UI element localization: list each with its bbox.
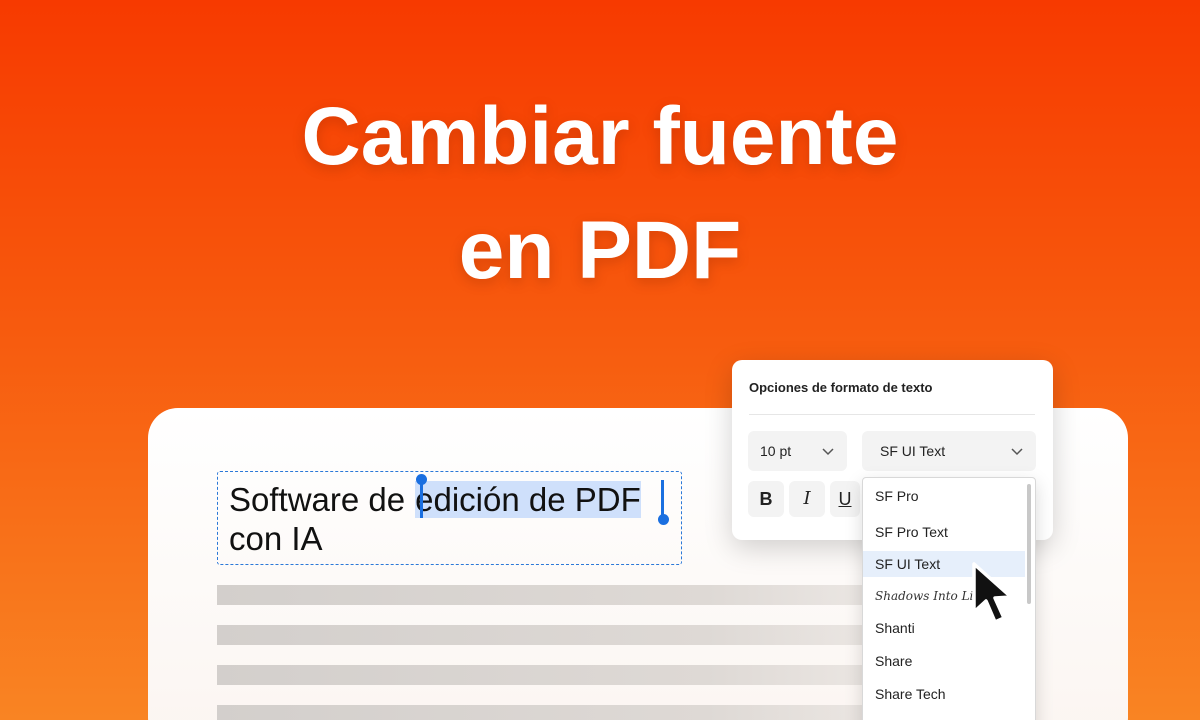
selection-end-caret[interactable] — [661, 480, 664, 518]
font-option-sf-pro-text[interactable]: SF Pro Text — [863, 519, 1025, 545]
placeholder-text-line — [217, 585, 917, 605]
font-option-sf-pro[interactable]: SF Pro — [863, 483, 1025, 509]
italic-button[interactable]: I — [789, 481, 825, 517]
font-size-value: 10 pt — [760, 443, 792, 459]
font-option-share[interactable]: Share — [863, 648, 1025, 674]
cursor-arrow-icon — [968, 560, 1028, 635]
placeholder-text-line — [217, 705, 917, 720]
font-family-select[interactable]: SF UI Text — [862, 431, 1036, 471]
text-line-1[interactable]: Software de edición de PDF — [229, 480, 641, 520]
placeholder-text-line — [217, 665, 917, 685]
panel-title: Opciones de formato de texto — [749, 380, 933, 395]
text-selection[interactable]: edición de PDF — [415, 481, 641, 518]
panel-divider — [749, 414, 1035, 415]
headline-line-1: Cambiar fuente — [301, 91, 899, 182]
page-headline: Cambiar fuente en PDF — [0, 80, 1200, 308]
text-line-2[interactable]: con IA — [229, 519, 323, 559]
chevron-down-icon — [821, 444, 835, 461]
selection-start-caret[interactable] — [420, 480, 423, 518]
underline-button[interactable]: U — [830, 481, 860, 517]
selection-start-handle[interactable] — [416, 474, 427, 485]
bold-button[interactable]: B — [748, 481, 784, 517]
font-family-value: SF UI Text — [880, 443, 946, 459]
font-option-share-tech[interactable]: Share Tech — [863, 681, 1025, 707]
chevron-down-icon — [1010, 444, 1024, 461]
headline-line-2: en PDF — [458, 205, 742, 296]
placeholder-text-line — [217, 625, 917, 645]
text-unselected: Software de — [229, 481, 406, 518]
selection-end-handle[interactable] — [658, 514, 669, 525]
font-size-select[interactable]: 10 pt — [748, 431, 847, 471]
